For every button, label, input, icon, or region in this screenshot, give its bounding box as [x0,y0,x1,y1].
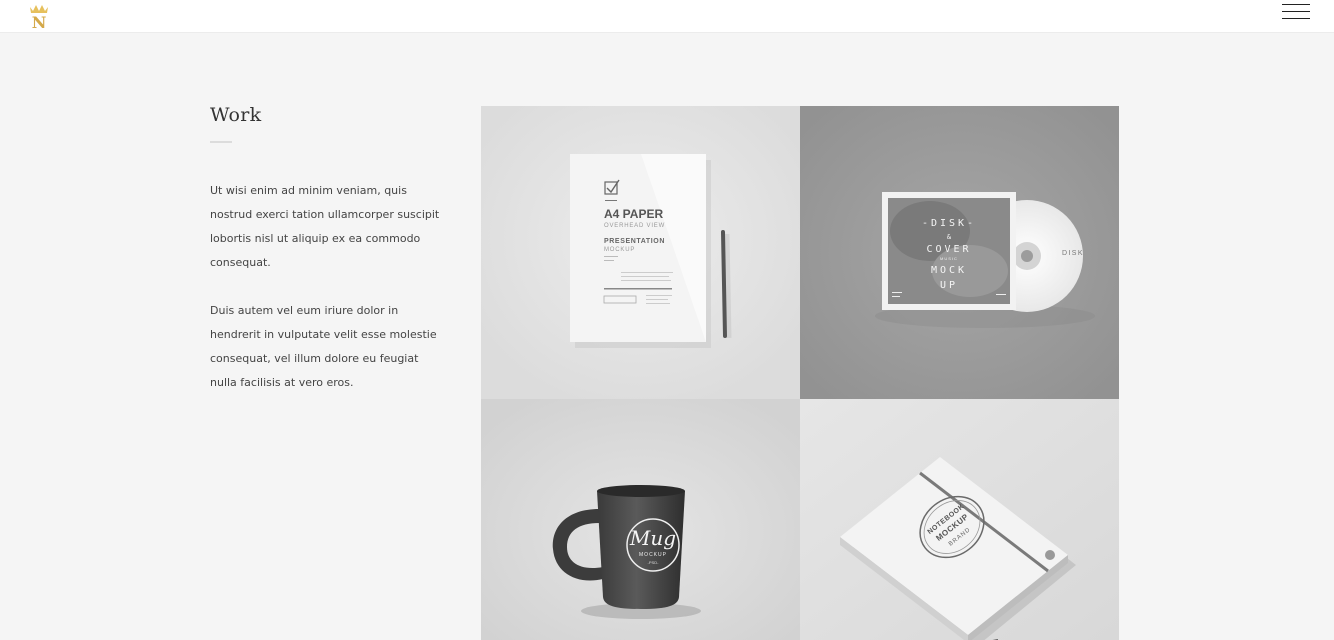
portfolio-item-a4-paper[interactable]: A4 PAPER OVERHEAD VIEW PRESENTATION MOCK… [481,106,800,399]
cover-line-1: -DISK- [922,218,976,229]
mug-body [597,491,685,609]
logo-letter: N [32,13,47,29]
disc-label: DISK [1062,250,1084,257]
portfolio-item-notebook[interactable]: NOTEBOOK MOCKUP BRAND [800,399,1119,640]
top-bar: N [0,0,1334,33]
cover-small: MUSIC [940,256,958,261]
work-intro: Work Ut wisi enim ad minim veniam, quis … [210,104,440,395]
pencil [721,230,727,338]
intro-paragraph-2: Duis autem vel eum iriure dolor in hendr… [210,304,437,389]
a4-paper-label: PRESENTATION [604,238,665,245]
mug-text: Mug [629,526,676,550]
a4-paper-sublabel: MOCKUP [604,247,635,253]
a4-paper-subtitle: OVERHEAD VIEW [604,223,665,229]
portfolio-item-disk-cover[interactable]: DISK -DISK- & COVER MUSIC MOCK UP [800,106,1119,399]
logo-icon[interactable]: N [26,3,52,32]
cover-line-3: COVER [926,244,971,255]
hamburger-menu-icon[interactable] [1282,3,1310,21]
a4-paper-title: A4 PAPER [604,207,663,221]
intro-paragraph-1: Ut wisi enim ad minim veniam, quis nostr… [210,184,440,269]
cover-line-4: MOCK [931,265,967,276]
cover-line-5: UP [940,280,958,291]
mug-sub: MOCKUP [639,552,667,558]
mug-format: -PSD- [648,560,660,565]
portfolio-item-mug[interactable]: Mug MOCKUP -PSD- [481,399,800,640]
title-divider [210,141,232,143]
page-title: Work [210,104,262,126]
